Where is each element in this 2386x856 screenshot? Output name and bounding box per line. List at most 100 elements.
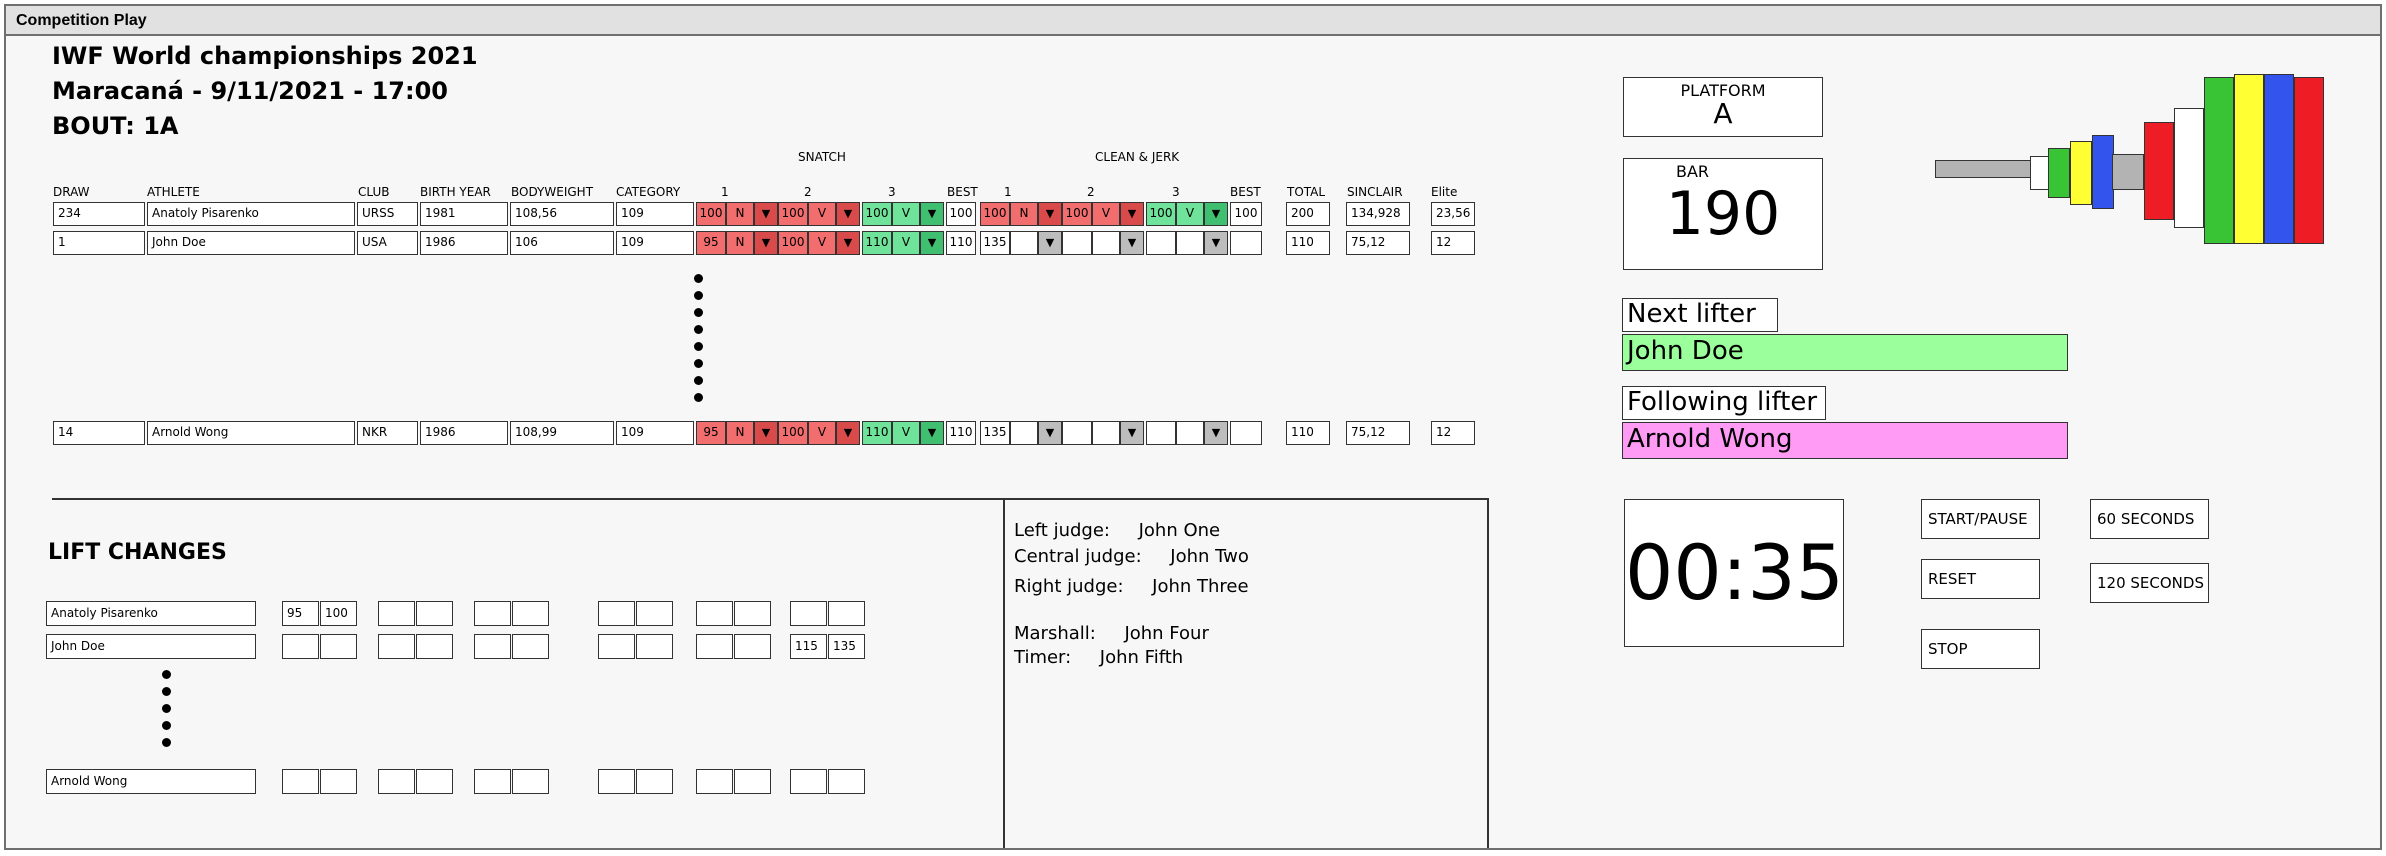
result-dropdown[interactable]: ▼	[836, 231, 860, 255]
lift-change-input[interactable]	[598, 601, 635, 626]
lift-change-athlete: John Doe	[46, 634, 256, 659]
cell-c3r	[1176, 421, 1204, 445]
bout-label: BOUT: 1A	[52, 112, 179, 140]
lift-change-input[interactable]	[416, 601, 453, 626]
lift-change-input[interactable]	[696, 769, 733, 794]
result-dropdown[interactable]: ▼	[1204, 231, 1228, 255]
cell-club: URSS	[357, 202, 418, 226]
lift-change-input[interactable]: 135	[828, 634, 865, 659]
lift-change-input[interactable]	[320, 769, 357, 794]
lift-change-input[interactable]	[790, 769, 827, 794]
cell-c1w: 100	[980, 202, 1010, 226]
result-dropdown[interactable]: ▼	[1120, 421, 1144, 445]
lift-change-input[interactable]	[474, 634, 511, 659]
cell-total: 110	[1286, 421, 1330, 445]
cell-c2r	[1092, 231, 1120, 255]
official-timer: Timer: John Fifth	[1014, 647, 1184, 668]
result-dropdown[interactable]: ▼	[920, 231, 944, 255]
cell-s2r: V	[808, 231, 836, 255]
header-elite: Elite	[1431, 185, 1458, 199]
header-cj-3: 3	[1172, 185, 1180, 199]
result-dropdown[interactable]: ▼	[920, 202, 944, 226]
lift-change-input[interactable]	[378, 634, 415, 659]
lift-change-input[interactable]	[790, 601, 827, 626]
cell-birth: 1986	[420, 231, 508, 255]
result-dropdown[interactable]: ▼	[1038, 202, 1062, 226]
start-pause-button[interactable]: START/PAUSE	[1921, 499, 2040, 539]
cell-c2w	[1062, 421, 1092, 445]
collar-plate	[2030, 156, 2050, 190]
header-club: CLUB	[358, 185, 390, 199]
lift-change-input[interactable]	[828, 601, 865, 626]
cell-s3r: V	[892, 202, 920, 226]
lift-change-input[interactable]	[828, 769, 865, 794]
lift-change-input[interactable]	[282, 634, 319, 659]
lift-change-input[interactable]	[320, 634, 357, 659]
cell-sbest: 110	[946, 231, 976, 255]
result-dropdown[interactable]: ▼	[836, 202, 860, 226]
stop-button[interactable]: STOP	[1921, 629, 2040, 669]
lift-change-input[interactable]	[282, 769, 319, 794]
lift-change-input[interactable]	[598, 769, 635, 794]
lift-change-input[interactable]: 100	[320, 601, 357, 626]
lift-change-input[interactable]	[734, 601, 771, 626]
section-divider	[52, 498, 1489, 500]
platform-box: PLATFORM A	[1623, 77, 1823, 137]
cell-total: 200	[1286, 202, 1330, 226]
lift-change-input[interactable]	[512, 601, 549, 626]
reset-button[interactable]: RESET	[1921, 559, 2040, 599]
result-dropdown[interactable]: ▼	[754, 421, 778, 445]
header-sinclair: SINCLAIR	[1347, 185, 1403, 199]
cell-s3w: 100	[862, 202, 892, 226]
lift-change-input[interactable]	[696, 634, 733, 659]
timer-display: 00:35	[1624, 499, 1844, 647]
lift-change-input[interactable]	[696, 601, 733, 626]
result-dropdown[interactable]: ▼	[1120, 231, 1144, 255]
result-dropdown[interactable]: ▼	[1120, 202, 1144, 226]
cell-birth: 1981	[420, 202, 508, 226]
lift-change-input[interactable]	[636, 601, 673, 626]
lift-change-input[interactable]	[416, 769, 453, 794]
lift-change-input[interactable]: 95	[282, 601, 319, 626]
result-dropdown[interactable]: ▼	[836, 421, 860, 445]
lift-change-input[interactable]	[734, 634, 771, 659]
sixty-seconds-button[interactable]: 60 SECONDS	[2090, 499, 2209, 539]
cell-elite: 12	[1431, 421, 1475, 445]
result-dropdown[interactable]: ▼	[1204, 421, 1228, 445]
lift-change-input[interactable]	[512, 769, 549, 794]
cell-c2w: 100	[1062, 202, 1092, 226]
officials-right-border	[1487, 498, 1489, 848]
cell-cbest	[1230, 421, 1262, 445]
result-dropdown[interactable]: ▼	[1038, 421, 1062, 445]
cell-s3w: 110	[862, 421, 892, 445]
cell-cat: 109	[616, 421, 694, 445]
ellipsis-dot	[162, 738, 171, 747]
header-cj-1: 1	[1004, 185, 1012, 199]
lift-change-input[interactable]	[636, 634, 673, 659]
lift-change-input[interactable]	[636, 769, 673, 794]
cell-sinclair: 75,12	[1346, 231, 1410, 255]
lift-change-input[interactable]	[378, 769, 415, 794]
header-snatch-3: 3	[888, 185, 896, 199]
cell-s2w: 100	[778, 231, 808, 255]
lift-change-input[interactable]	[734, 769, 771, 794]
cell-c2w	[1062, 231, 1092, 255]
lift-change-input[interactable]: 115	[790, 634, 827, 659]
result-dropdown[interactable]: ▼	[920, 421, 944, 445]
lift-change-input[interactable]	[378, 601, 415, 626]
result-dropdown[interactable]: ▼	[1204, 202, 1228, 226]
cell-draw: 14	[53, 421, 145, 445]
lift-change-input[interactable]	[474, 769, 511, 794]
cell-c1r	[1010, 421, 1038, 445]
following-lifter-label: Following lifter	[1622, 386, 1826, 420]
cell-draw: 1	[53, 231, 145, 255]
result-dropdown[interactable]: ▼	[754, 202, 778, 226]
lift-change-input[interactable]	[512, 634, 549, 659]
yellow-small-plate	[2070, 141, 2092, 205]
one-twenty-seconds-button[interactable]: 120 SECONDS	[2090, 563, 2209, 603]
lift-change-input[interactable]	[416, 634, 453, 659]
lift-change-input[interactable]	[474, 601, 511, 626]
result-dropdown[interactable]: ▼	[1038, 231, 1062, 255]
result-dropdown[interactable]: ▼	[754, 231, 778, 255]
lift-change-input[interactable]	[598, 634, 635, 659]
